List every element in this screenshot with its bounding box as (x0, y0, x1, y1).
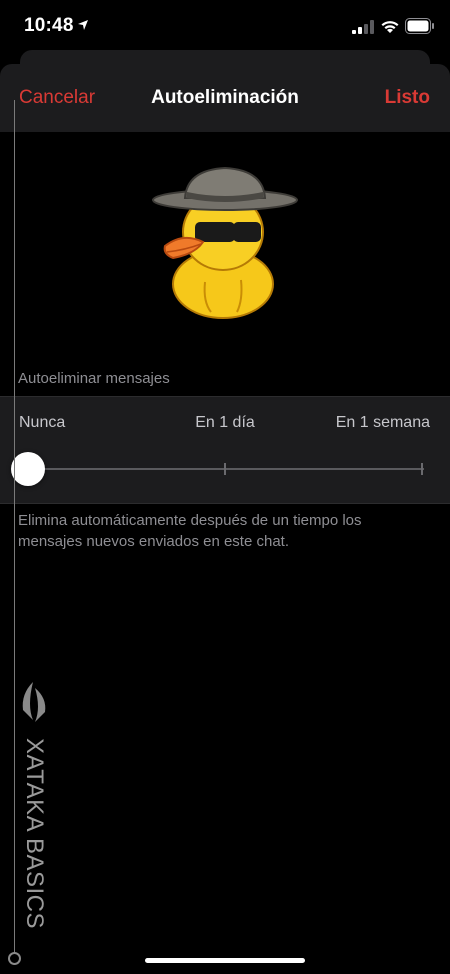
done-button[interactable]: Listo (385, 87, 430, 109)
auto-delete-modal: Cancelar Autoeliminación Listo Autoelimi… (0, 64, 450, 974)
signal-icon (352, 20, 374, 34)
slider-thumb[interactable] (11, 452, 45, 486)
watermark-circle (8, 952, 21, 965)
battery-icon (405, 18, 434, 34)
page-title: Autoeliminación (151, 87, 299, 108)
section-header: Autoeliminar mensajes (18, 370, 170, 387)
duck-sticker-icon (152, 166, 298, 319)
auto-delete-slider-panel: Nunca En 1 día En 1 semana (0, 396, 450, 504)
screen: 10:48 Cancelar Autoeliminación Listo Aut… (0, 0, 450, 974)
home-indicator[interactable] (145, 958, 305, 963)
footer-note: Elimina automáticamente después de un ti… (18, 512, 362, 550)
slider-tick (421, 463, 423, 475)
option-one-week-label[interactable]: En 1 semana (336, 414, 430, 432)
status-bar: 10:48 (0, 0, 450, 56)
status-time: 10:48 (24, 15, 74, 36)
navbar: Cancelar Autoeliminación Listo (0, 64, 450, 132)
slider-track[interactable] (28, 468, 424, 470)
watermark-text: XATAKA BASICS (21, 738, 48, 930)
slider-tick (224, 463, 226, 475)
watermark-line (14, 100, 15, 960)
wifi-icon (381, 21, 399, 33)
location-arrow-icon (78, 20, 88, 30)
xataka-logo-icon (22, 682, 46, 722)
